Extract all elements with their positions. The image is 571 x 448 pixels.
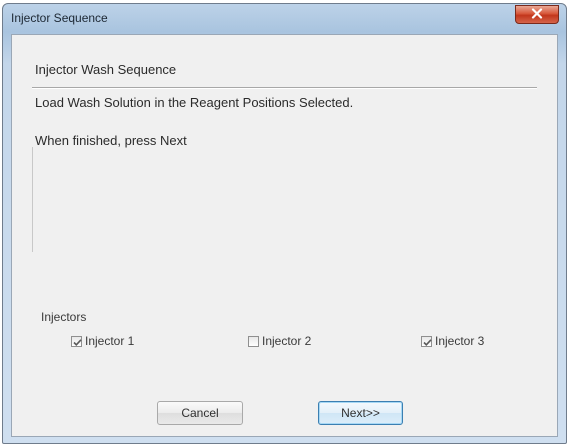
injector-2-label: Injector 2 bbox=[262, 334, 312, 348]
sequence-header: Injector Wash Sequence bbox=[35, 62, 177, 77]
injector-2-checkbox[interactable]: Injector 2 bbox=[248, 334, 311, 348]
injector-3-label: Injector 3 bbox=[435, 334, 485, 348]
message-area-edge bbox=[32, 147, 33, 252]
instruction-text: Load Wash Solution in the Reagent Positi… bbox=[35, 95, 354, 110]
checkbox-box[interactable] bbox=[71, 335, 82, 347]
injectors-group-label: Injectors bbox=[41, 310, 87, 324]
checkbox-box[interactable] bbox=[248, 335, 259, 347]
checkbox-box[interactable] bbox=[421, 335, 432, 347]
injector-1-checkbox[interactable]: Injector 1 bbox=[71, 334, 134, 348]
dialog-body: Injector Wash Sequence Load Wash Solutio… bbox=[11, 34, 558, 437]
injector-1-label: Injector 1 bbox=[85, 334, 135, 348]
close-icon bbox=[531, 6, 543, 24]
checkmark-icon bbox=[73, 338, 82, 346]
dialog-window: Injector Sequence Injector Wash Sequence… bbox=[2, 3, 567, 444]
injector-3-checkbox[interactable]: Injector 3 bbox=[421, 334, 484, 348]
title-bar[interactable]: Injector Sequence bbox=[3, 4, 566, 32]
header-separator bbox=[32, 87, 537, 89]
prompt-text: When finished, press Next bbox=[35, 133, 187, 148]
cancel-button[interactable]: Cancel bbox=[157, 401, 243, 425]
window-title: Injector Sequence bbox=[11, 11, 108, 25]
close-button[interactable] bbox=[515, 5, 559, 24]
checkmark-icon bbox=[423, 338, 432, 346]
next-button[interactable]: Next>> bbox=[318, 401, 403, 425]
